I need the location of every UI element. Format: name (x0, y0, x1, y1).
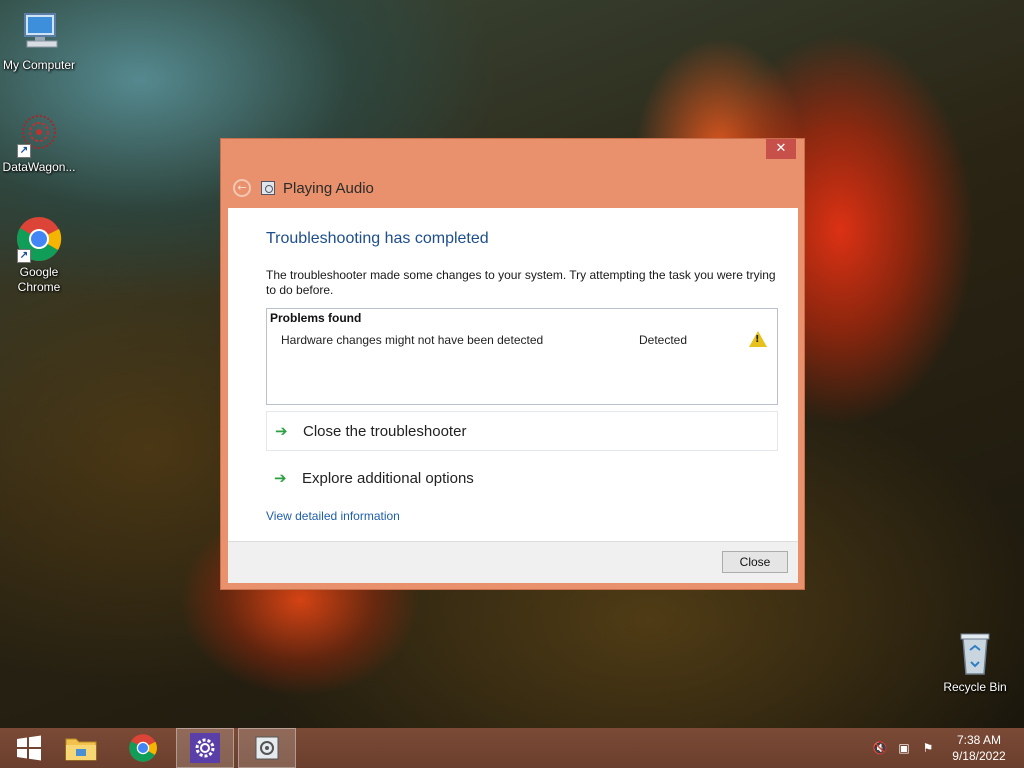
desktop-icon-label: My Computer (2, 58, 76, 72)
clock[interactable]: 7:38 AM 9/18/2022 (944, 732, 1014, 764)
desktop-icon-label: Recycle Bin (943, 680, 1007, 694)
system-tray: 🔇 ▣ ⚑ 7:38 AM 9/18/2022 (872, 728, 1024, 768)
clock-time: 7:38 AM (956, 733, 1002, 747)
page-description: The troubleshooter made some changes to … (266, 268, 776, 297)
problems-found-panel: Problems found Hardware changes might no… (266, 308, 778, 405)
file-explorer-icon (65, 738, 97, 761)
desktop-icon-my-computer[interactable]: My Computer (0, 8, 78, 73)
problem-name[interactable]: Hardware changes might not have been det… (281, 333, 543, 347)
taskbar-settings[interactable] (176, 728, 234, 768)
computer-icon (15, 8, 63, 56)
chrome-icon: ↗ (15, 215, 63, 263)
option-label: Explore additional options (302, 469, 474, 487)
troubleshooter-window: ✕ ← Playing Audio Troubleshooting has co… (220, 138, 805, 590)
dialog-content: Troubleshooting has completed The troubl… (228, 208, 798, 583)
action-center-icon[interactable]: ⚑ (920, 740, 936, 756)
recycle-bin-icon (951, 630, 999, 678)
taskbar-chrome[interactable] (114, 728, 172, 768)
chrome-icon (129, 734, 157, 762)
option-label: Close the troubleshooter (303, 422, 467, 440)
datawagon-icon: ↗ (15, 110, 63, 158)
page-heading: Troubleshooting has completed (266, 230, 489, 247)
close-button[interactable]: Close (722, 551, 788, 573)
settings-icon (190, 733, 220, 763)
shortcut-arrow-icon: ↗ (17, 249, 31, 263)
window-title: Playing Audio (283, 179, 374, 197)
back-arrow-icon[interactable]: ← (233, 179, 251, 197)
desktop-icon-label: Google Chrome (17, 265, 61, 294)
shortcut-arrow-icon: ↗ (17, 144, 31, 158)
green-arrow-icon: ➔ (275, 422, 288, 440)
taskbar: 🔇 ▣ ⚑ 7:38 AM 9/18/2022 (0, 728, 1024, 768)
close-troubleshooter-option[interactable]: ➔ Close the troubleshooter (266, 411, 778, 451)
green-arrow-icon: ➔ (274, 469, 287, 487)
desktop-icon-google-chrome[interactable]: ↗ Google Chrome (0, 215, 78, 295)
desktop-icon-recycle-bin[interactable]: Recycle Bin (936, 630, 1014, 695)
title-bar: ← Playing Audio (233, 177, 374, 199)
troubleshooter-app-icon (261, 181, 275, 195)
windows-logo-icon (17, 735, 41, 761)
problem-status: Detected (639, 333, 688, 347)
network-icon[interactable]: ▣ (896, 740, 912, 756)
clock-date: 9/18/2022 (952, 749, 1006, 763)
troubleshooter-icon (255, 736, 279, 760)
view-detailed-information-link[interactable]: View detailed information (266, 509, 400, 523)
taskbar-troubleshooter[interactable] (238, 728, 296, 768)
dialog-footer: Close (228, 541, 798, 583)
start-button[interactable] (0, 728, 58, 768)
problems-header: Problems found (270, 311, 362, 325)
desktop-icon-datawagon[interactable]: ↗ DataWagon... (0, 110, 78, 175)
warning-icon: ! (749, 331, 767, 347)
desktop-icon-label: DataWagon... (2, 160, 76, 174)
window-close-button[interactable]: ✕ (766, 139, 796, 159)
explore-options-option[interactable]: ➔ Explore additional options (266, 458, 778, 498)
volume-muted-icon[interactable]: 🔇 (872, 740, 888, 756)
taskbar-file-explorer[interactable] (52, 728, 110, 768)
